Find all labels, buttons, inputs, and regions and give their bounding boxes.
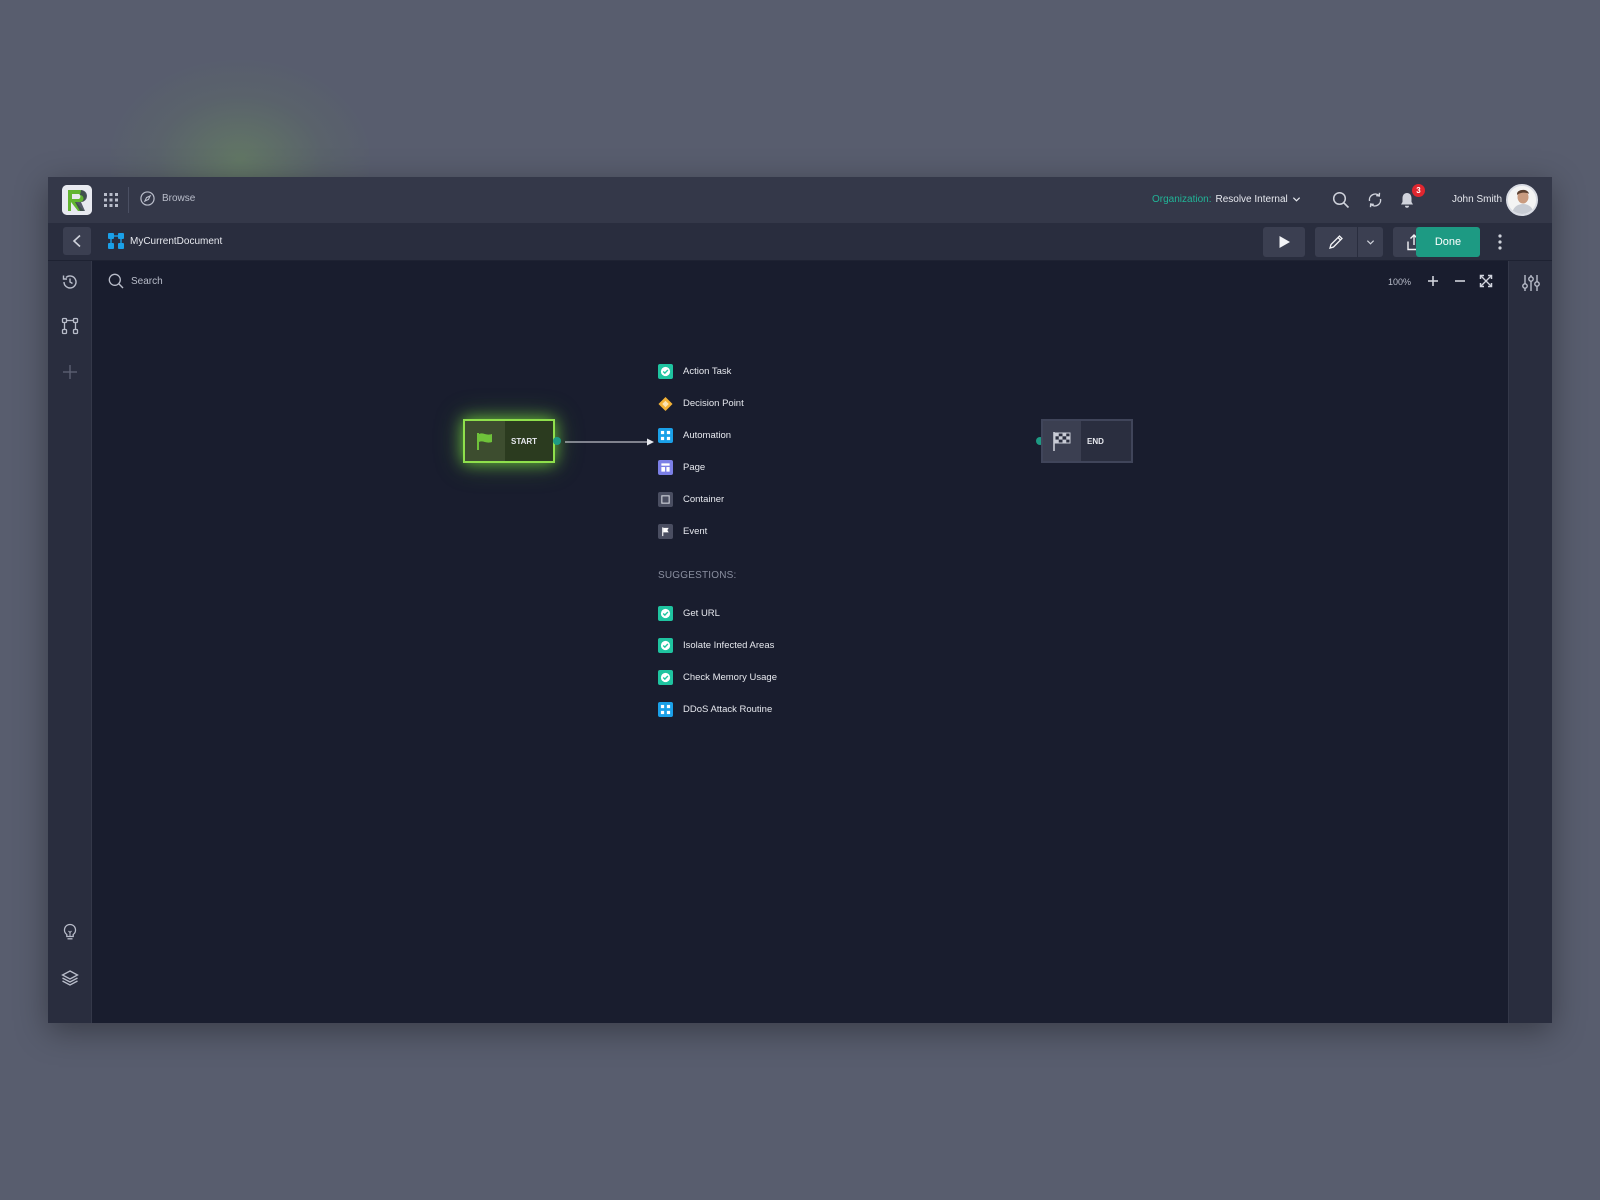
edit-options-dropdown[interactable] xyxy=(1358,227,1383,257)
end-node[interactable]: END xyxy=(1041,419,1133,463)
suggestion-item-label: Check Memory Usage xyxy=(683,672,777,683)
end-node-icon-box xyxy=(1043,421,1081,461)
menu-item-label: Action Task xyxy=(683,366,732,377)
layers-icon[interactable] xyxy=(61,969,79,987)
search-placeholder: Search xyxy=(131,275,163,287)
check-badge-icon xyxy=(658,364,673,379)
apps-grid-icon[interactable] xyxy=(104,193,118,207)
user-name[interactable]: John Smith xyxy=(1452,194,1502,205)
page-icon xyxy=(658,460,673,475)
org-label: Organization: xyxy=(1152,194,1212,205)
organization-selector[interactable]: Organization: Resolve Internal xyxy=(1152,194,1301,205)
end-node-label: END xyxy=(1087,436,1104,446)
document-title[interactable]: MyCurrentDocument xyxy=(130,236,222,247)
automation-icon xyxy=(658,428,673,443)
more-options-icon[interactable] xyxy=(1494,232,1506,252)
menu-item-page[interactable]: Page xyxy=(658,460,705,475)
compass-icon xyxy=(140,191,155,206)
history-icon[interactable] xyxy=(61,273,79,291)
start-node-label: START xyxy=(511,436,538,446)
suggestion-item-check-memory-usage[interactable]: Check Memory Usage xyxy=(658,670,777,685)
flag-icon xyxy=(658,524,673,539)
app-logo[interactable] xyxy=(62,185,92,215)
diamond-icon xyxy=(658,396,673,411)
check-badge-icon xyxy=(658,670,673,685)
sliders-icon[interactable] xyxy=(1521,273,1541,293)
menu-item-label: Automation xyxy=(683,430,732,441)
start-node[interactable]: START xyxy=(463,419,555,463)
notification-badge: 3 xyxy=(1412,184,1425,197)
zoom-out-icon[interactable] xyxy=(1453,274,1467,288)
check-badge-icon xyxy=(658,638,673,653)
done-button[interactable]: Done xyxy=(1416,227,1480,257)
app-window: Browse Organization: Resolve Internal 3 … xyxy=(48,177,1552,1023)
start-node-icon-box xyxy=(465,421,505,461)
resolve-logo-icon xyxy=(62,185,92,215)
menu-item-label: Event xyxy=(683,526,708,537)
run-button[interactable] xyxy=(1263,227,1305,257)
chevron-down-icon xyxy=(1366,239,1375,245)
edit-button[interactable] xyxy=(1315,227,1357,257)
user-avatar-icon xyxy=(1508,186,1536,214)
zoom-in-icon[interactable] xyxy=(1426,274,1440,288)
menu-item-action-task[interactable]: Action Task xyxy=(658,364,731,379)
search-icon xyxy=(108,273,124,289)
fit-to-screen-icon[interactable] xyxy=(1479,274,1493,288)
menu-item-container[interactable]: Container xyxy=(658,492,724,507)
add-icon[interactable] xyxy=(61,363,79,381)
menu-item-label: Container xyxy=(683,494,725,505)
topbar-divider xyxy=(128,187,129,213)
zoom-level: 100% xyxy=(1388,277,1412,287)
suggestions-heading: SUGGESTIONS: xyxy=(658,570,737,581)
menu-item-label: Decision Point xyxy=(683,398,744,409)
automation-icon xyxy=(658,702,673,717)
automation-document-icon xyxy=(108,233,124,249)
flag-icon xyxy=(477,433,492,450)
start-node-output-port[interactable] xyxy=(553,437,561,445)
chevron-left-icon xyxy=(72,234,81,248)
menu-item-automation[interactable]: Automation xyxy=(658,428,731,443)
menu-item-decision-point[interactable]: Decision Point xyxy=(658,396,744,411)
document-toolbar: MyCurrentDocument Done xyxy=(48,223,1552,261)
avatar[interactable] xyxy=(1506,184,1538,216)
canvas-search[interactable]: Search xyxy=(108,273,163,289)
pencil-icon xyxy=(1329,235,1343,249)
suggestion-item-isolate-infected-areas[interactable]: Isolate Infected Areas xyxy=(658,638,774,653)
chevron-down-icon xyxy=(1292,197,1300,202)
top-bar: Browse Organization: Resolve Internal 3 … xyxy=(48,177,1552,223)
suggestion-item-label: Isolate Infected Areas xyxy=(683,640,775,651)
connector-arrow xyxy=(565,438,654,446)
check-badge-icon xyxy=(658,606,673,621)
play-icon xyxy=(1279,236,1290,248)
browse-label: Browse xyxy=(162,193,196,204)
container-icon xyxy=(658,492,673,507)
menu-item-label: Page xyxy=(683,462,706,473)
menu-item-event[interactable]: Event xyxy=(658,524,707,539)
right-sidebar xyxy=(1508,261,1552,1023)
checkered-flag-icon xyxy=(1053,432,1071,451)
lightbulb-icon[interactable] xyxy=(61,923,79,941)
left-sidebar xyxy=(48,261,92,1023)
flow-structure-icon[interactable] xyxy=(61,317,79,335)
suggestion-item-label: DDoS Attack Routine xyxy=(683,704,773,715)
search-icon[interactable] xyxy=(1332,191,1350,209)
suggestion-item-label: Get URL xyxy=(683,608,720,619)
browse-link[interactable]: Browse xyxy=(140,191,195,206)
suggestion-item-get-url[interactable]: Get URL xyxy=(658,606,720,621)
suggestion-item-ddos-attack-routine[interactable]: DDoS Attack Routine xyxy=(658,702,772,717)
org-value: Resolve Internal xyxy=(1215,194,1288,205)
back-button[interactable] xyxy=(63,227,91,255)
sync-icon[interactable] xyxy=(1366,191,1384,209)
